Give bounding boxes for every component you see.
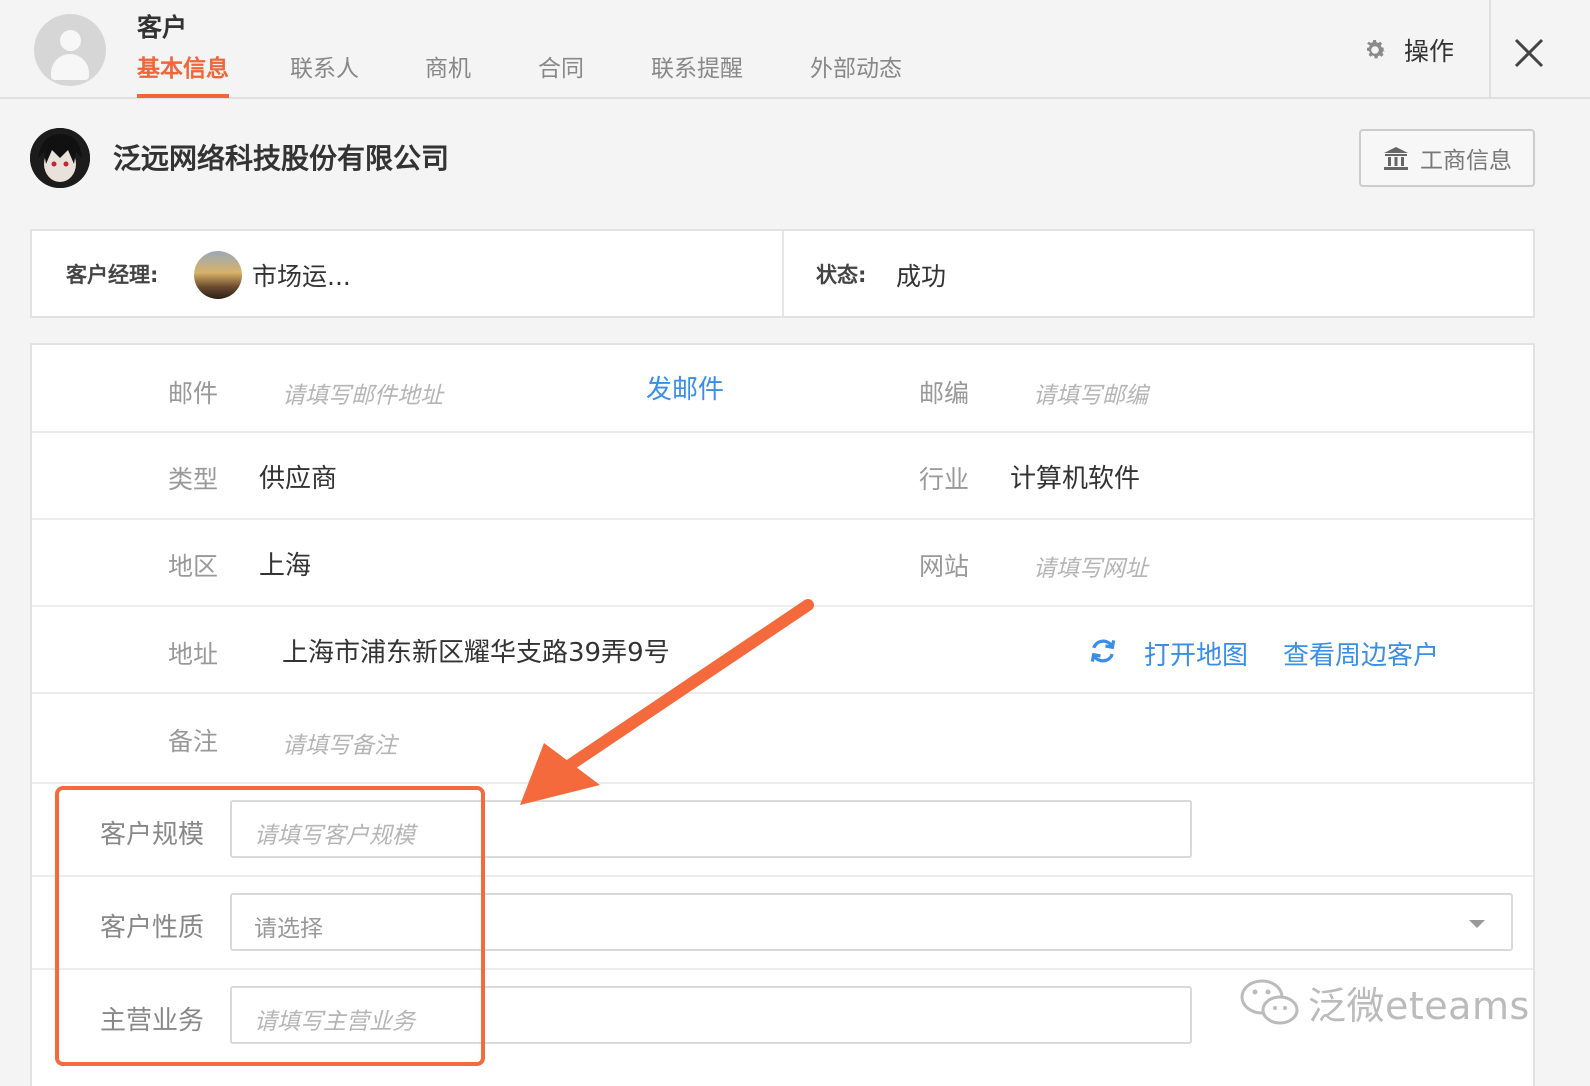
status-value[interactable]: 成功	[896, 257, 946, 293]
tab-opportunities[interactable]: 商机	[425, 50, 471, 98]
summary-panel: 客户经理: 市场运... 状态: 成功	[30, 229, 1535, 318]
tab-basic-info[interactable]: 基本信息	[137, 50, 229, 98]
postcode-field[interactable]: 请填写邮编	[1033, 376, 1148, 410]
tab-contacts[interactable]: 联系人	[290, 50, 359, 98]
remark-field[interactable]: 请填写备注	[282, 726, 397, 760]
tab-reminders[interactable]: 联系提醒	[651, 50, 743, 98]
email-label: 邮件	[168, 379, 219, 408]
chevron-down-icon	[1469, 920, 1485, 928]
header-divider	[1489, 0, 1491, 99]
bank-icon	[1384, 147, 1408, 170]
tab-contracts[interactable]: 合同	[538, 50, 584, 98]
close-icon[interactable]	[1509, 33, 1549, 73]
row-divider	[32, 431, 1533, 433]
watermark-text: 泛微eteams	[1308, 984, 1530, 1028]
nearby-customers-link[interactable]: 查看周边客户	[1283, 635, 1439, 672]
user-avatar-icon	[34, 14, 106, 86]
type-label: 类型	[168, 465, 219, 494]
website-field[interactable]: 请填写网址	[1033, 549, 1148, 583]
wechat-icon	[1240, 979, 1299, 1024]
industry-label: 行业	[919, 465, 970, 494]
region-label: 地区	[168, 552, 219, 581]
company-name: 泛远网络科技股份有限公司	[113, 142, 450, 175]
region-value[interactable]: 上海	[259, 545, 311, 582]
open-map-link[interactable]: 打开地图	[1144, 635, 1248, 672]
status-label: 状态:	[816, 263, 867, 287]
website-label: 网站	[919, 552, 970, 581]
email-field[interactable]: 请填写邮件地址	[282, 376, 443, 410]
gear-icon	[1366, 40, 1386, 59]
company-avatar	[30, 128, 90, 188]
annotation-highlight-box	[55, 786, 485, 1066]
business-info-button[interactable]: 工商信息	[1359, 129, 1535, 187]
send-email-link[interactable]: 发邮件	[646, 369, 724, 406]
manager-label: 客户经理:	[66, 263, 159, 287]
remark-label: 备注	[168, 727, 219, 756]
industry-value[interactable]: 计算机软件	[1010, 458, 1140, 495]
manager-avatar[interactable]	[194, 251, 242, 299]
operations-label: 操作	[1404, 37, 1455, 66]
watermark: 泛微eteams	[1238, 975, 1530, 1030]
address-label: 地址	[168, 640, 219, 669]
refresh-icon[interactable]	[1088, 636, 1118, 666]
summary-divider	[782, 231, 784, 316]
header-bar: 客户 基本信息 联系人 商机 合同 联系提醒 外部动态 操作	[0, 0, 1590, 99]
tab-external-activity[interactable]: 外部动态	[810, 50, 902, 98]
annotation-arrow	[520, 599, 814, 805]
row-divider	[32, 518, 1533, 520]
type-value[interactable]: 供应商	[259, 458, 337, 495]
manager-name[interactable]: 市场运...	[252, 257, 351, 293]
operations-button[interactable]: 操作	[1362, 30, 1454, 70]
business-info-label: 工商信息	[1420, 148, 1512, 174]
postcode-label: 邮编	[919, 379, 970, 408]
module-title: 客户	[137, 13, 188, 42]
